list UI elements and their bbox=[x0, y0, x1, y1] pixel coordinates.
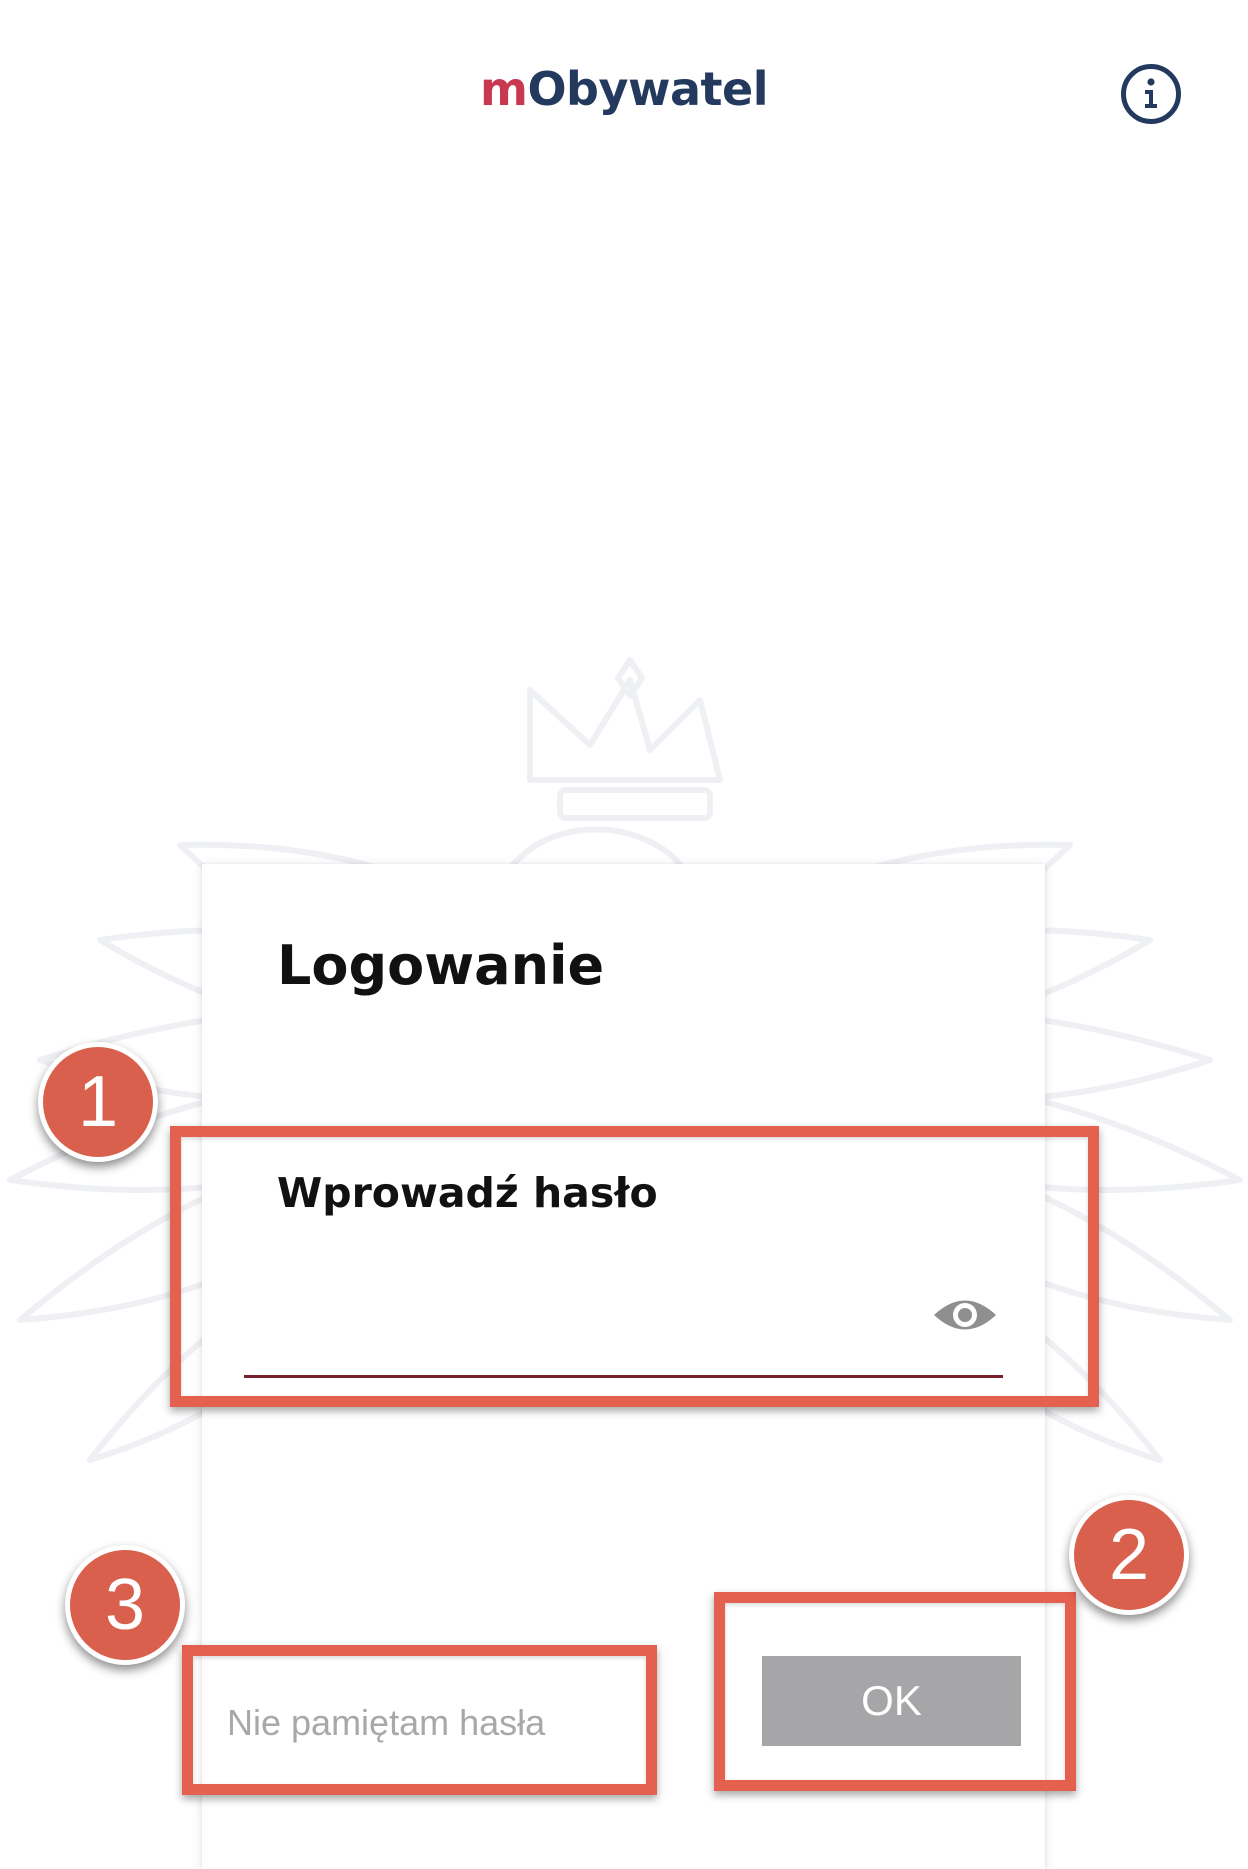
app-title-rest: Obywatel bbox=[527, 62, 768, 116]
info-button[interactable] bbox=[1121, 64, 1181, 124]
dialog-title: Logowanie bbox=[277, 934, 605, 997]
callout-badge-1: 1 bbox=[38, 1042, 158, 1162]
app-title: mObywatel bbox=[0, 62, 1248, 116]
app-title-prefix: m bbox=[480, 62, 528, 116]
callout-badge-3: 3 bbox=[65, 1545, 185, 1665]
callout-box-password bbox=[170, 1126, 1099, 1407]
info-icon bbox=[1145, 78, 1157, 108]
login-screen: mObywatel Logowanie Wprowadź hasło Nie p… bbox=[0, 0, 1248, 1869]
callout-box-forgot bbox=[182, 1645, 657, 1795]
callout-badge-2: 2 bbox=[1069, 1495, 1189, 1615]
callout-box-ok bbox=[714, 1592, 1076, 1791]
